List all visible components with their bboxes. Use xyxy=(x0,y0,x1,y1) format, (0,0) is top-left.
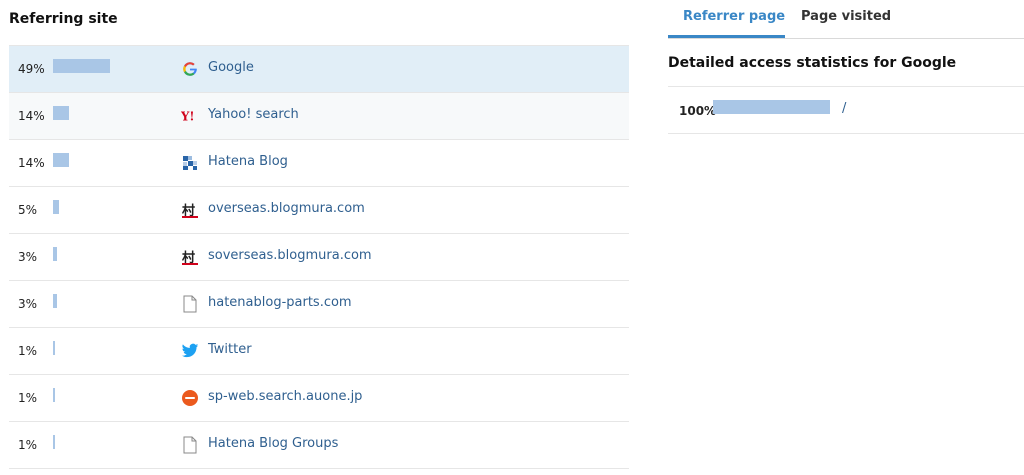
site-link[interactable]: overseas.blogmura.com xyxy=(208,201,365,216)
row-percentage: 1% xyxy=(18,391,38,405)
percentage-bar xyxy=(53,341,55,355)
row-percentage: 14% xyxy=(18,109,45,123)
table-row[interactable]: 14% Y! Yahoo! search xyxy=(9,93,629,140)
row-percentage: 5% xyxy=(18,203,38,217)
site-link[interactable]: sp-web.search.auone.jp xyxy=(208,389,362,404)
tab-referrer-page[interactable]: Referrer page xyxy=(683,9,785,24)
percentage-bar xyxy=(53,294,57,308)
google-icon xyxy=(181,60,199,78)
percentage-bar xyxy=(53,59,110,73)
percentage-bar xyxy=(53,247,57,261)
table-row[interactable]: 3% hatenablog-parts.com xyxy=(9,281,629,328)
table-row[interactable]: 14% Hatena Blog xyxy=(9,140,629,187)
row-percentage: 49% xyxy=(18,62,45,76)
table-row[interactable]: 1% Twitter xyxy=(9,328,629,375)
page-icon xyxy=(181,436,199,454)
page-link[interactable]: / xyxy=(842,101,846,116)
site-link[interactable]: hatenablog-parts.com xyxy=(208,295,352,310)
percentage-bar xyxy=(53,106,69,120)
detail-percentage: 100% xyxy=(679,104,717,118)
referring-site-title: Referring site xyxy=(9,11,118,27)
percentage-bar xyxy=(53,200,59,214)
site-link[interactable]: soverseas.blogmura.com xyxy=(208,248,372,263)
row-percentage: 3% xyxy=(18,297,38,311)
row-percentage: 1% xyxy=(18,344,38,358)
au-search-icon xyxy=(181,389,199,407)
blogmura-icon: 村 xyxy=(181,248,199,266)
table-row[interactable]: 49% Google xyxy=(9,45,629,93)
svg-text:Y!: Y! xyxy=(181,110,194,124)
row-percentage: 3% xyxy=(18,250,38,264)
percentage-bar xyxy=(53,388,55,402)
table-row[interactable]: 5% 村 overseas.blogmura.com xyxy=(9,187,629,234)
table-row[interactable]: 1% Hatena Blog Groups xyxy=(9,422,629,469)
referring-site-table: 49% Google 14% Y! Yahoo! search 14% Hate… xyxy=(9,45,629,469)
tab-page-visited[interactable]: Page visited xyxy=(801,9,891,24)
site-link[interactable]: Hatena Blog Groups xyxy=(208,436,338,451)
site-link[interactable]: Twitter xyxy=(208,342,252,357)
detail-title: Detailed access statistics for Google xyxy=(668,55,957,71)
active-tab-indicator xyxy=(668,35,785,38)
hatena-blog-icon xyxy=(181,154,199,172)
percentage-bar xyxy=(53,435,55,449)
detail-panel: Referrer page Page visited Detailed acce… xyxy=(668,0,1024,475)
twitter-icon xyxy=(181,342,199,360)
row-percentage: 1% xyxy=(18,438,38,452)
site-link[interactable]: Google xyxy=(208,60,254,75)
detail-tabs: Referrer page Page visited xyxy=(668,0,1024,39)
site-link[interactable]: Hatena Blog xyxy=(208,154,288,169)
percentage-bar xyxy=(53,153,69,167)
blogmura-icon: 村 xyxy=(181,201,199,219)
row-percentage: 14% xyxy=(18,156,45,170)
detail-row[interactable]: 100% / xyxy=(668,86,1024,134)
detail-percentage-bar xyxy=(713,100,830,114)
table-row[interactable]: 1% sp-web.search.auone.jp xyxy=(9,375,629,422)
yahoo-icon: Y! xyxy=(181,107,199,125)
page-icon xyxy=(181,295,199,313)
site-link[interactable]: Yahoo! search xyxy=(208,107,299,122)
table-row[interactable]: 3% 村 soverseas.blogmura.com xyxy=(9,234,629,281)
